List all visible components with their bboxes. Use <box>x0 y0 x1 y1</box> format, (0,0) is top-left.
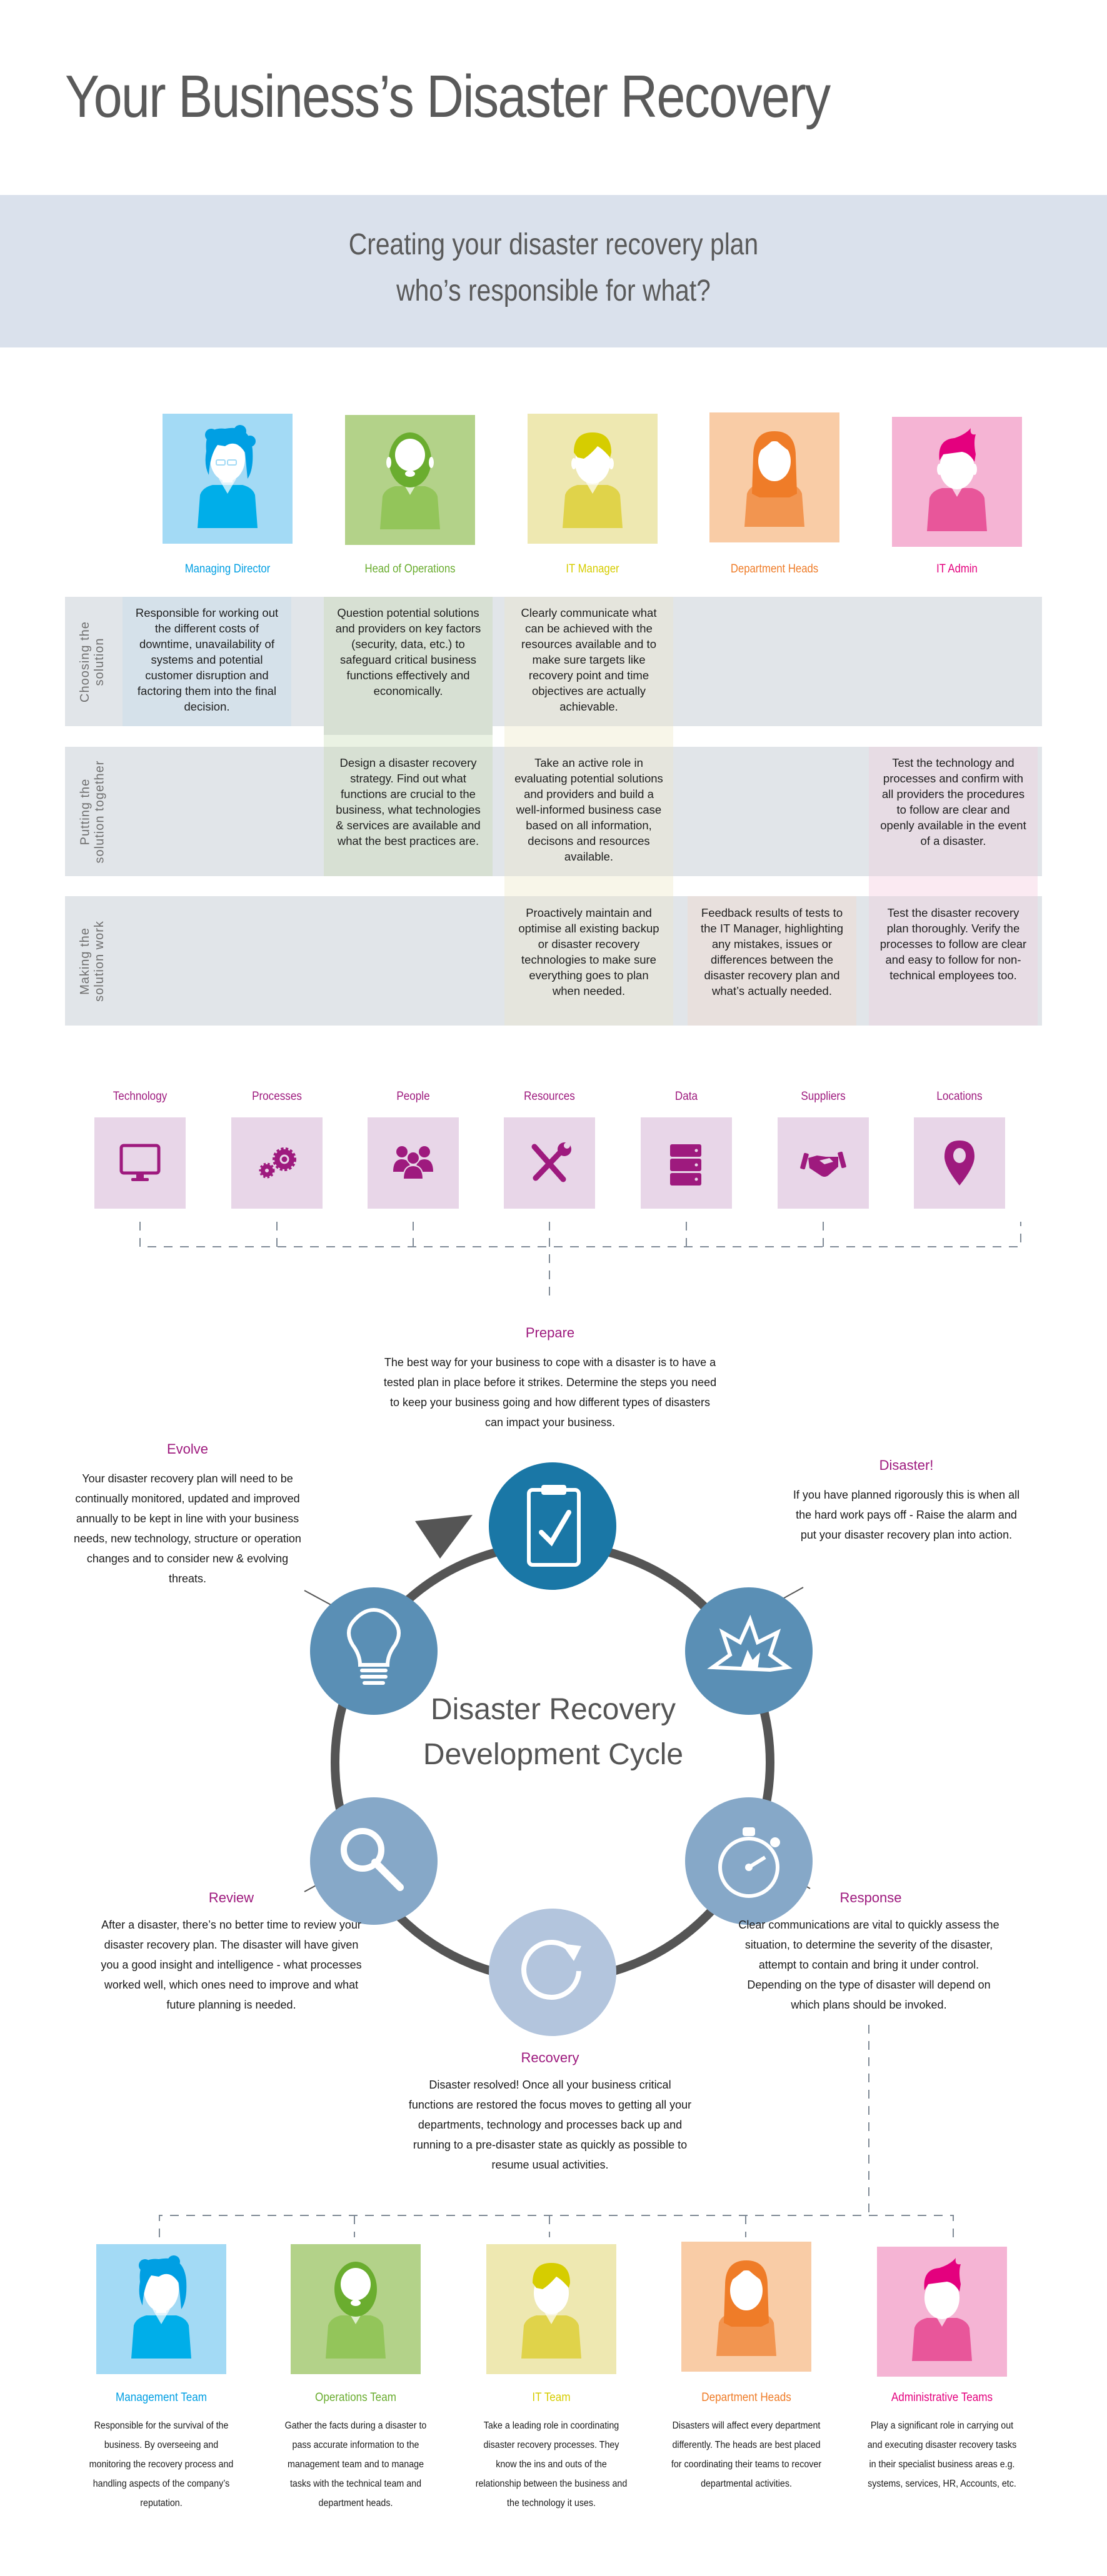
cycle-node-recovery <box>489 1909 616 2036</box>
team-label-department-heads: Department Heads <box>701 2391 791 2404</box>
phase-text-recovery: Disaster resolved! Once all your busines… <box>408 2079 692 2171</box>
clipboard-check-icon <box>489 1462 616 1590</box>
bearded-person-icon <box>291 2262 421 2374</box>
long-hair-woman-icon <box>681 2260 811 2372</box>
cycle-node-disaster <box>685 1587 813 1715</box>
refresh-icon <box>489 1909 616 2036</box>
connectors-and-cycle <box>139 1222 1021 2237</box>
phase-title-evolve: Evolve <box>166 1441 209 1457</box>
phase-title-recovery: Recovery <box>521 2050 579 2065</box>
team-label-it: IT Team <box>532 2391 571 2404</box>
team-avatar-it <box>486 2244 616 2374</box>
team-label-administrative: Administrative Teams <box>891 2391 993 2404</box>
cycle-node-evolve <box>310 1587 438 1715</box>
team-text-administrative: Play a significant role in carrying out … <box>867 2420 1017 2489</box>
team-label-operations: Operations Team <box>315 2391 396 2404</box>
team-avatar-operations <box>291 2244 421 2374</box>
phase-title-review: Review <box>208 1890 254 1905</box>
phase-text-disaster: If you have planned rigorously this is w… <box>793 1489 1020 1541</box>
phase-title-disaster: Disaster! <box>879 1457 934 1473</box>
cycle-title: Disaster Recovery Development Cycle <box>423 1693 684 1771</box>
curly-hair-glasses-person-icon <box>96 2255 226 2374</box>
side-parted-person-icon <box>486 2263 616 2374</box>
phase-text-prepare: The best way for your business to cope w… <box>383 1356 717 1429</box>
cycle-node-review <box>310 1797 438 1925</box>
team-avatar-department-heads <box>681 2242 811 2372</box>
cycle-arrow <box>415 1515 473 1559</box>
cycle-node-response <box>685 1797 813 1925</box>
phase-title-response: Response <box>839 1890 902 1905</box>
team-text-management: Responsible for the survival of the busi… <box>89 2420 234 2509</box>
team-avatar-management <box>96 2244 226 2374</box>
phase-text-evolve: Your disaster recovery plan will need to… <box>74 1472 301 1585</box>
team-avatar-administrative <box>877 2247 1007 2377</box>
cycle-node-prepare <box>489 1462 616 1590</box>
phase-text-review: After a disaster, there’s no better time… <box>101 1919 362 2011</box>
phase-title-prepare: Prepare <box>525 1325 575 1340</box>
phase-text-response: Clear communications are vital to quickl… <box>738 1919 999 2011</box>
team-label-management: Management Team <box>115 2391 208 2404</box>
team-text-operations: Gather the facts during a disaster to pa… <box>284 2420 427 2509</box>
spiky-hair-person-icon <box>877 2258 1007 2377</box>
team-text-it: Take a leading role in coordinating disa… <box>475 2420 628 2509</box>
team-text-department-heads: Disasters will affect every department d… <box>671 2420 822 2489</box>
